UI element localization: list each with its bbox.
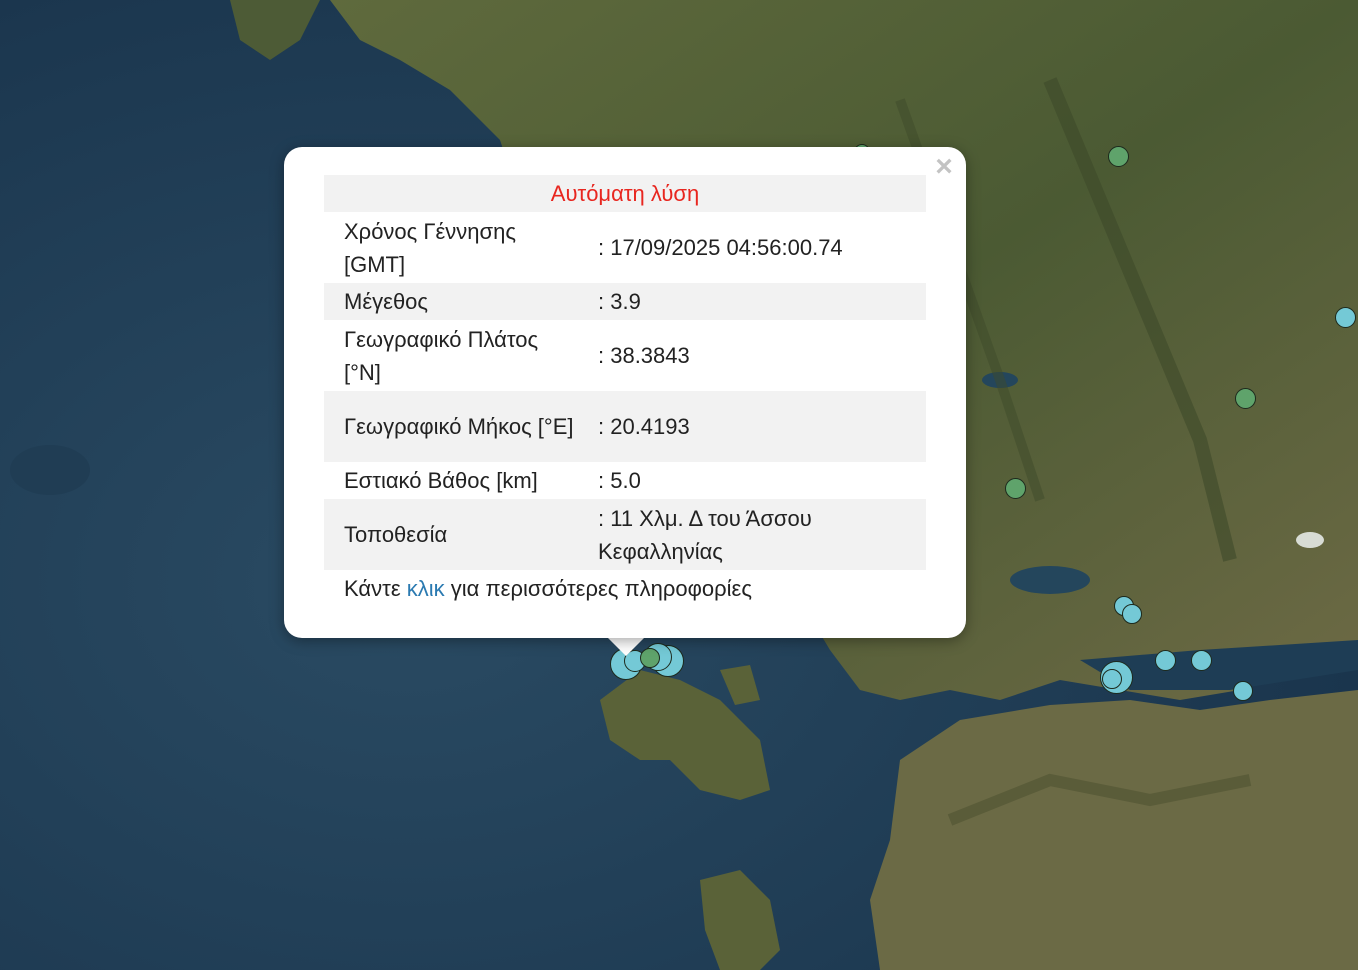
table-row: Μέγεθος : 3.9 <box>324 283 926 320</box>
depth-value: : 5.0 <box>598 468 641 493</box>
table-row: Γεωγραφικό Πλάτος [°N] : 38.3843 <box>324 320 926 391</box>
table-row: Χρόνος Γέννησης [GMT] : 17/09/2025 04:56… <box>324 212 926 283</box>
magnitude-value: : 3.9 <box>578 283 926 320</box>
latitude-label: Γεωγραφικό Πλάτος [°N] <box>344 326 539 385</box>
earthquake-marker[interactable] <box>1335 307 1356 328</box>
latitude-value: : 38.3843 <box>598 343 690 368</box>
earthquake-marker[interactable] <box>1155 650 1176 671</box>
more-info-prefix: Κάντε <box>344 576 401 601</box>
more-info-link[interactable]: κλικ <box>407 576 445 601</box>
origin-time-label: Χρόνος Γέννησης [GMT] <box>344 218 516 277</box>
longitude-label: Γεωγραφικό Μήκος [°E] <box>324 391 578 462</box>
earthquake-marker[interactable] <box>1005 478 1026 499</box>
magnitude-label: Μέγεθος <box>324 283 578 320</box>
earthquake-details-table: Αυτόματη λύση Χρόνος Γέννησης [GMT] : 17… <box>324 175 926 610</box>
earthquake-marker[interactable] <box>1102 669 1122 689</box>
earthquake-marker[interactable] <box>1122 604 1142 624</box>
earthquake-info-popup: × Αυτόματη λύση Χρόνος Γέννησης [GMT] : … <box>284 147 966 638</box>
map-view[interactable]: × Αυτόματη λύση Χρόνος Γέννησης [GMT] : … <box>0 0 1358 970</box>
location-label: Τοποθεσία <box>324 499 578 570</box>
more-info-row: Κάντε κλικ για περισσότερες πληροφορίες <box>324 570 926 610</box>
more-info-suffix: για περισσότερες πληροφορίες <box>450 576 752 601</box>
longitude-value: : 20.4193 <box>578 391 926 462</box>
earthquake-marker[interactable] <box>1233 681 1253 701</box>
solution-status: Αυτόματη λύση <box>324 175 926 212</box>
close-icon[interactable]: × <box>932 152 956 182</box>
origin-time-value: : 17/09/2025 04:56:00.74 <box>598 235 843 260</box>
table-header-row: Αυτόματη λύση <box>324 175 926 212</box>
more-info-text: Κάντε κλικ για περισσότερες πληροφορίες <box>324 570 926 610</box>
table-row: Εστιακό Βάθος [km] : 5.0 <box>324 462 926 499</box>
earthquake-marker[interactable] <box>1235 388 1256 409</box>
popup-tip <box>606 636 646 656</box>
earthquake-marker[interactable] <box>1191 650 1212 671</box>
depth-label: Εστιακό Βάθος [km] <box>344 468 538 493</box>
location-value: : 11 Χλμ. Δ του Άσσου Κεφαλληνίας <box>578 499 926 570</box>
table-row: Τοποθεσία : 11 Χλμ. Δ του Άσσου Κεφαλλην… <box>324 499 926 570</box>
earthquake-marker[interactable] <box>1108 146 1129 167</box>
table-row: Γεωγραφικό Μήκος [°E] : 20.4193 <box>324 391 926 462</box>
